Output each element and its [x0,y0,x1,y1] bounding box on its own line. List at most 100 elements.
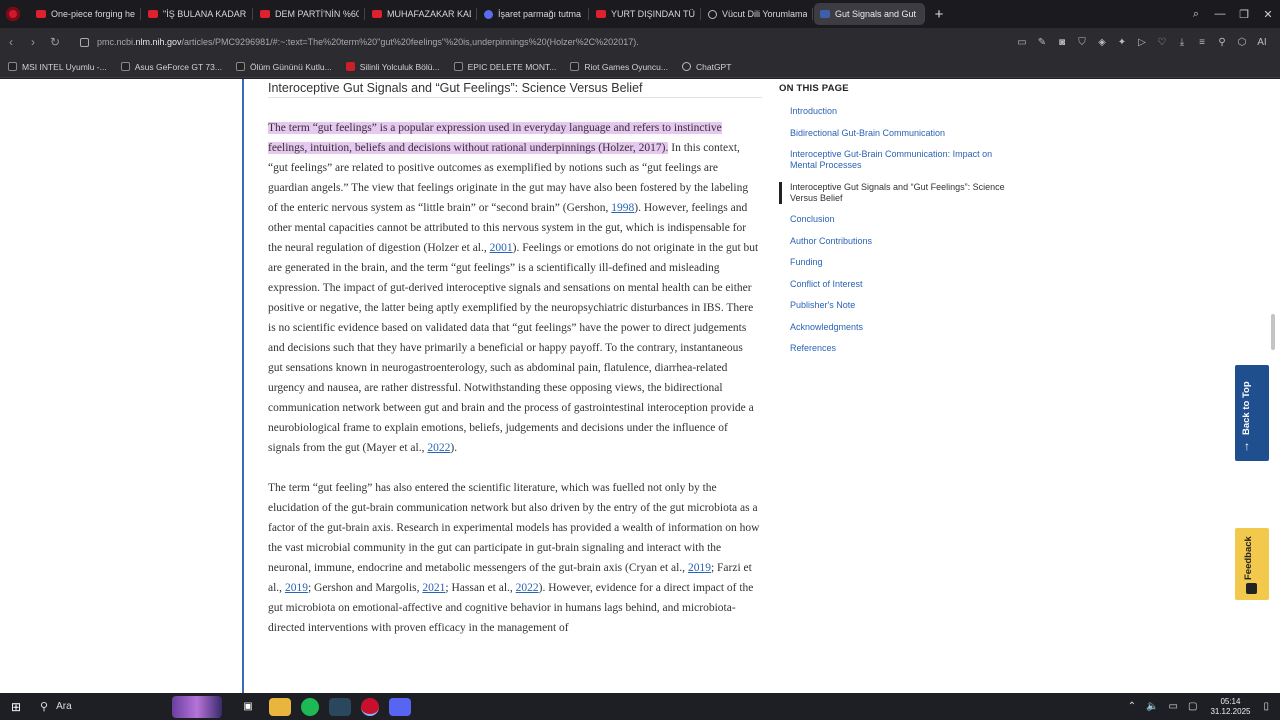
browser-logo-icon[interactable] [6,7,20,21]
ai-icon[interactable]: AI [1252,37,1272,48]
display-icon[interactable]: ▢ [1188,701,1197,712]
profile-icon[interactable]: ⚲ [1212,37,1232,48]
toc-item-references[interactable]: References [779,343,1019,354]
url-host: nlm.nih.gov [135,37,182,47]
browser-tab[interactable]: İşaret parmağı tutma vücu [478,3,589,25]
taskbar: ⊞ ⚲ Ara ▣ ⌃ 🔈 ▭ ▢ 05:14 31.12.2025 ▯ [0,693,1280,720]
new-tab-button[interactable]: + [928,3,950,25]
browser-tab[interactable]: "İŞ BULANA KADAR BİSİK [142,3,253,25]
extension-icon[interactable]: ✦ [1112,37,1132,48]
arrow-up-icon: ↑ [1244,439,1250,453]
citation-link[interactable]: 2021 [422,582,445,594]
citation-link[interactable]: 2019 [688,562,711,574]
citation-link[interactable]: 2022 [427,442,450,454]
play-icon[interactable]: ▷ [1132,37,1152,48]
bookmark[interactable]: Ölüm Gününü Kutlu... [235,62,332,72]
minimize-button[interactable]: — [1208,8,1232,20]
browser-tab[interactable]: YURT DIŞINDAN TÜRKİYE [590,3,701,25]
table-of-contents: ON THIS PAGE Introduction Bidirectional … [779,83,1019,365]
toc-item-funding[interactable]: Funding [779,257,1019,268]
back-button[interactable]: ‹ [0,35,22,49]
toc-item-introduction[interactable]: Introduction [779,106,1019,117]
search-tabs-icon[interactable]: ⌕ [1184,8,1208,21]
browser-tab-active[interactable]: Gut Signals and Gut Feeli [814,3,925,25]
youtube-icon [260,10,270,18]
extensions-icon[interactable]: ⬡ [1232,37,1252,48]
citation-link[interactable]: 2001 [490,242,513,254]
toc-item-author-contributions[interactable]: Author Contributions [779,236,1019,247]
search-icon: ⚲ [40,701,49,713]
feedback-icon [1246,583,1257,594]
url-path: /articles/PMC9296981/#:~:text=The%20term… [181,37,639,47]
youtube-icon [345,62,355,71]
address-bar[interactable]: pmc.ncbi. nlm.nih.gov/articles/PMC9296981… [70,32,1010,52]
forward-button[interactable]: › [22,35,44,49]
citation-link[interactable]: 2019 [285,582,308,594]
edit-icon[interactable]: ✎ [1032,37,1052,48]
document-icon [570,62,580,71]
cube-icon[interactable]: ◈ [1092,37,1112,48]
notification-icon[interactable]: ▯ [1263,701,1269,712]
bookmarks-bar: MSI INTEL Uyumlu -... Asus GeForce GT 73… [0,56,1280,78]
youtube-icon [36,10,46,18]
article: Interoceptive Gut Signals and “Gut Feeli… [268,79,762,638]
close-button[interactable]: ✕ [1256,8,1280,21]
bookmark[interactable]: Asus GeForce GT 73... [120,62,222,72]
bookmark[interactable]: Silinli Yolculuk Bölü... [345,62,440,72]
document-icon [820,10,830,18]
chevron-up-icon[interactable]: ⌃ [1128,701,1136,712]
toc-item-conflict[interactable]: Conflict of Interest [779,279,1019,290]
bookmark[interactable]: ChatGPT [681,62,731,72]
paragraph: The term “gut feelings” is a popular exp… [268,122,759,454]
bookmark[interactable]: Riot Games Oyuncu... [570,62,668,72]
opera-gx-icon[interactable] [361,697,379,716]
citation-link[interactable]: 1998 [611,202,634,214]
file-explorer-icon[interactable] [269,697,291,716]
widgets-thumbnail[interactable] [172,695,222,718]
shield-icon[interactable]: ⛉ [1072,37,1092,48]
browser-tab[interactable]: Vücut Dili Yorumlaması [702,3,813,25]
clock[interactable]: 05:14 31.12.2025 [1210,697,1250,717]
toc-item-interoceptive-impact[interactable]: Interoceptive Gut-Brain Communication: I… [779,149,1019,171]
feedback-button[interactable]: Feedback [1235,528,1269,600]
url-prefix: pmc.ncbi. [97,37,136,47]
camera-icon[interactable]: ◙ [1052,37,1072,48]
globe-icon [708,9,717,19]
network-icon[interactable]: ▭ [1169,701,1178,712]
maximize-button[interactable]: ❐ [1232,8,1256,21]
spotify-icon[interactable] [301,697,319,716]
back-to-top-button[interactable]: Back to Top ↑ [1235,365,1269,461]
menu-icon[interactable]: ≡ [1192,37,1212,48]
windows-start-icon[interactable]: ⊞ [0,700,32,714]
content-divider [242,79,244,693]
document-icon [120,62,130,71]
lock-icon[interactable] [80,37,89,47]
heart-icon[interactable]: ♡ [1152,37,1172,48]
steam-icon[interactable] [329,697,351,716]
browser-tab[interactable]: One-piece forging helmet [30,3,141,25]
bookmark[interactable]: EPIC DELETE MONT... [453,62,556,72]
task-view-icon[interactable]: ▣ [237,698,259,716]
taskbar-search[interactable]: ⚲ Ara [32,700,172,713]
highlighted-text[interactable]: The term “gut feelings” is a popular exp… [268,122,722,154]
browser-tab[interactable]: DEM PARTİ'NİN %60 OY A [254,3,365,25]
youtube-icon [596,10,606,18]
toc-item-conclusion[interactable]: Conclusion [779,214,1019,225]
section-title: Interoceptive Gut Signals and “Gut Feeli… [268,79,762,98]
toc-item-acknowledgments[interactable]: Acknowledgments [779,322,1019,333]
quora-icon [484,9,493,19]
reader-icon[interactable]: ▭ [1012,37,1032,48]
toc-item-publishers-note[interactable]: Publisher's Note [779,300,1019,311]
citation-link[interactable]: 2022 [516,582,539,594]
toc-item-current[interactable]: Interoceptive Gut Signals and “Gut Feeli… [779,181,1019,204]
browser-tab[interactable]: MUHAFAZAKAR KADIN P [366,3,477,25]
discord-icon[interactable] [389,697,411,716]
reload-button[interactable]: ↻ [44,35,66,49]
bookmark[interactable]: MSI INTEL Uyumlu -... [8,62,107,72]
download-icon[interactable]: ⤓ [1172,37,1192,48]
speaker-icon[interactable]: 🔈 [1146,701,1158,712]
address-toolbar: ‹ › ↻ pmc.ncbi. nlm.nih.gov/articles/PMC9… [0,28,1280,56]
toolbar-icons: ▭ ✎ ◙ ⛉ ◈ ✦ ▷ ♡ ⤓ ≡ ⚲ ⬡ AI [1012,32,1272,52]
scrollbar-thumb[interactable] [1271,314,1275,350]
toc-item-bidirectional[interactable]: Bidirectional Gut-Brain Communication [779,128,1019,139]
